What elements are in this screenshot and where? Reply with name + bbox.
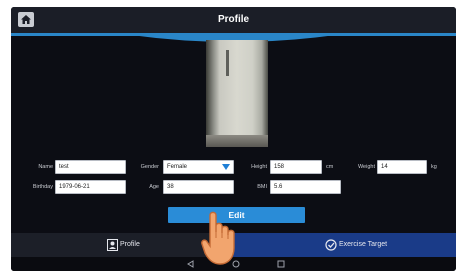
target-icon (325, 239, 337, 251)
height-unit: cm (326, 164, 334, 170)
birthday-label: Birthday (32, 184, 53, 190)
photo-detail (226, 50, 229, 76)
name-field[interactable]: test (55, 160, 126, 174)
age-field[interactable]: 38 (163, 180, 234, 194)
tab-profile[interactable]: Profile (11, 233, 233, 257)
gender-select[interactable]: Female (163, 160, 234, 174)
tab-exercise-target-label: Exercise Target (339, 241, 388, 248)
gender-label: Gender (140, 164, 159, 170)
height-field[interactable]: 158 (270, 160, 322, 174)
user-photo[interactable] (206, 40, 268, 147)
name-label: Name (38, 164, 53, 170)
pointing-hand-icon (201, 211, 235, 265)
height-label: Height (251, 164, 267, 170)
weight-label: Weight (357, 164, 375, 170)
title-bar: Profile (11, 7, 456, 35)
birthday-field[interactable]: 1979-06-21 (55, 180, 126, 194)
page-title: Profile (217, 14, 250, 25)
app-window: Profile Name test Gender Female Height 1… (11, 7, 456, 271)
recents-icon[interactable] (277, 260, 285, 268)
bmi-label: BMI (257, 184, 267, 190)
photo-floor (206, 135, 268, 147)
tab-exercise-target[interactable]: Exercise Target (233, 233, 456, 257)
age-label: Age (149, 184, 159, 190)
tab-profile-label: Profile (120, 241, 140, 248)
chevron-down-icon (222, 164, 230, 170)
bmi-field[interactable]: 5.6 (270, 180, 341, 194)
profile-icon (107, 239, 118, 251)
back-icon[interactable] (187, 260, 194, 268)
gender-value: Female (167, 164, 188, 170)
weight-unit: kg (431, 164, 437, 170)
weight-field[interactable]: 14 (377, 160, 427, 174)
